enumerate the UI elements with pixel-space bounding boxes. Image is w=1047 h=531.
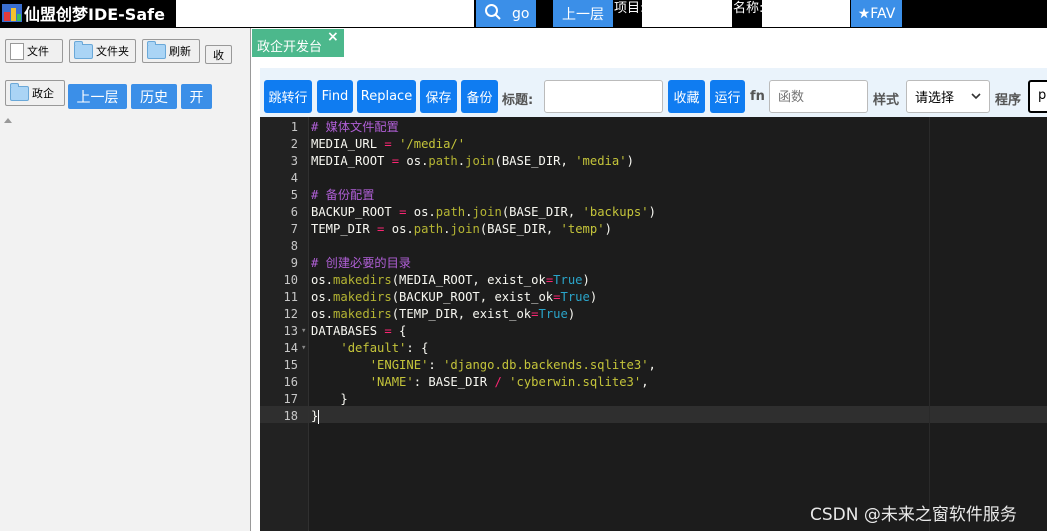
tree-caret-icon[interactable] bbox=[4, 118, 12, 123]
code-line[interactable]: os.makedirs(MEDIA_ROOT, exist_ok=True) bbox=[311, 272, 590, 289]
code-line[interactable]: os.makedirs(BACKUP_ROOT, exist_ok=True) bbox=[311, 289, 597, 306]
code-line[interactable]: 'NAME': BASE_DIR / 'cyberwin.sqlite3', bbox=[311, 374, 649, 391]
code-line[interactable]: 'ENGINE': 'django.db.backends.sqlite3', bbox=[311, 357, 656, 374]
line-number[interactable]: 14 bbox=[260, 340, 298, 357]
title-label: 标题: bbox=[502, 93, 534, 108]
replace-button[interactable]: Replace bbox=[357, 80, 416, 113]
refresh-label: 刷新 bbox=[169, 45, 191, 58]
line-number[interactable]: 8 bbox=[260, 238, 298, 255]
print-margin bbox=[929, 117, 930, 531]
tab-close-icon[interactable]: × bbox=[327, 29, 339, 45]
project-input[interactable] bbox=[642, 0, 732, 27]
line-number[interactable]: 7 bbox=[260, 221, 298, 238]
function-input[interactable] bbox=[769, 80, 868, 113]
line-number[interactable]: 16 bbox=[260, 374, 298, 391]
line-number[interactable]: 2 bbox=[260, 136, 298, 153]
code-line[interactable]: MEDIA_ROOT = os.path.join(BASE_DIR, 'med… bbox=[311, 153, 634, 170]
fold-toggle-icon[interactable]: ▾ bbox=[301, 323, 306, 340]
app-logo-icon bbox=[2, 4, 22, 22]
line-number[interactable]: 9 bbox=[260, 255, 298, 272]
code-line[interactable]: os.makedirs(TEMP_DIR, exist_ok=True) bbox=[311, 306, 575, 323]
open-button[interactable]: 开 bbox=[181, 84, 212, 109]
history-button[interactable]: 历史 bbox=[131, 84, 177, 109]
style-select[interactable]: 请选择 bbox=[906, 80, 990, 113]
file-icon bbox=[10, 42, 24, 60]
line-number[interactable]: 6 bbox=[260, 204, 298, 221]
sidebar-parent-dir-button[interactable]: 上一层 bbox=[68, 84, 127, 109]
folder-icon bbox=[74, 40, 93, 59]
name-label: 名称: bbox=[733, 1, 764, 16]
path-input[interactable] bbox=[176, 0, 474, 27]
line-number[interactable]: 5 bbox=[260, 187, 298, 204]
style-label: 样式 bbox=[873, 93, 900, 108]
folder-zhengqi-label: 政企 bbox=[32, 87, 54, 100]
code-line[interactable]: BACKUP_ROOT = os.path.join(BASE_DIR, 'ba… bbox=[311, 204, 656, 221]
fold-toggle-icon[interactable]: ▾ bbox=[301, 340, 306, 357]
line-number[interactable]: 12 bbox=[260, 306, 298, 323]
line-number[interactable]: 1 bbox=[260, 119, 298, 136]
go-label: go bbox=[512, 5, 530, 22]
line-number[interactable]: 4 bbox=[260, 170, 298, 187]
code-line[interactable]: TEMP_DIR = os.path.join(BASE_DIR, 'temp'… bbox=[311, 221, 612, 238]
line-number[interactable]: 15 bbox=[260, 357, 298, 374]
fn-label: fn bbox=[750, 89, 765, 104]
line-number[interactable]: 3 bbox=[260, 153, 298, 170]
new-file-label: 文件 bbox=[27, 45, 49, 58]
search-icon bbox=[484, 3, 502, 25]
folder-zhengqi-button[interactable]: 政企 bbox=[5, 80, 65, 106]
code-line[interactable]: } bbox=[311, 408, 320, 425]
chevron-down-icon bbox=[971, 89, 981, 104]
new-file-button[interactable]: 文件 bbox=[5, 39, 63, 63]
find-button[interactable]: Find bbox=[317, 80, 353, 113]
refresh-button[interactable]: 刷新 bbox=[142, 39, 200, 63]
save-button[interactable]: 保存 bbox=[420, 80, 457, 113]
new-folder-label: 文件夹 bbox=[96, 45, 129, 58]
csdn-watermark: CSDN @未来之窗软件服务 bbox=[810, 505, 1017, 525]
project-label: 项目: bbox=[614, 1, 645, 16]
parent-dir-button[interactable]: 上一层 bbox=[553, 0, 613, 27]
code-line[interactable]: # 备份配置 bbox=[311, 187, 374, 204]
go-button[interactable]: go bbox=[476, 0, 536, 27]
title-input[interactable] bbox=[544, 80, 663, 113]
line-number[interactable]: 10 bbox=[260, 272, 298, 289]
backup-button[interactable]: 备份 bbox=[461, 80, 498, 113]
code-line[interactable]: MEDIA_URL = '/media/' bbox=[311, 136, 465, 153]
code-line[interactable]: DATABASES = { bbox=[311, 323, 406, 340]
line-number[interactable]: 18 bbox=[260, 408, 298, 425]
run-button[interactable]: 运行 bbox=[710, 80, 745, 113]
line-number[interactable]: 11 bbox=[260, 289, 298, 306]
code-line[interactable]: 'default': { bbox=[311, 340, 428, 357]
line-number[interactable]: 13 bbox=[260, 323, 298, 340]
folder-icon bbox=[147, 40, 166, 59]
name-input[interactable] bbox=[762, 0, 850, 27]
folder-icon bbox=[10, 82, 29, 101]
code-line[interactable]: # 媒体文件配置 bbox=[311, 119, 399, 136]
app-title: 仙盟创梦IDE-Safe bbox=[24, 5, 165, 24]
line-number[interactable]: 17 bbox=[260, 391, 298, 408]
code-line[interactable]: } bbox=[311, 391, 347, 408]
goto-line-button[interactable]: 跳转行 bbox=[264, 80, 312, 113]
collapse-button[interactable]: 收 bbox=[205, 45, 232, 64]
gutter-divider bbox=[308, 117, 309, 531]
fav-button[interactable]: ★FAV bbox=[851, 0, 902, 27]
style-select-value: 请选择 bbox=[915, 91, 955, 106]
favorite-button[interactable]: 收藏 bbox=[668, 80, 705, 113]
program-label: 程序 bbox=[995, 93, 1022, 108]
code-line[interactable]: # 创建必要的目录 bbox=[311, 255, 411, 272]
new-folder-button[interactable]: 文件夹 bbox=[69, 39, 136, 63]
program-input[interactable]: p bbox=[1028, 80, 1047, 113]
